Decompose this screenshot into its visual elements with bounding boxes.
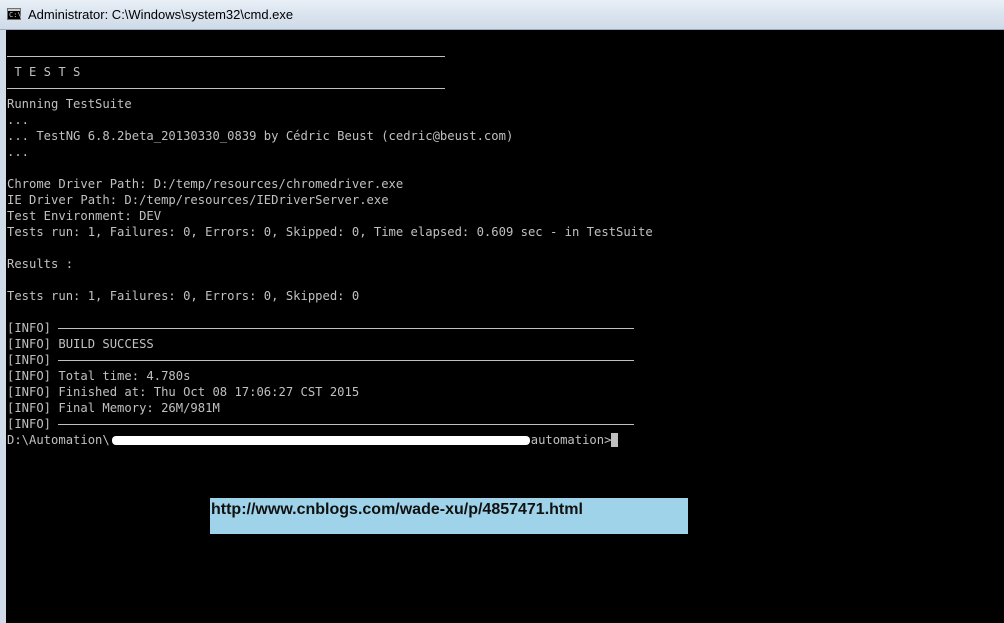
cmd-window: C:\ Administrator: C:\Windows\system32\c… — [0, 0, 1004, 623]
console-line: Test Environment: DEV — [7, 209, 162, 223]
console-line: [INFO] Finished at: Thu Oct 08 17:06:27 … — [7, 385, 360, 399]
console-line: Results : — [7, 257, 74, 271]
cmd-icon[interactable]: C:\ — [7, 8, 22, 20]
window-title: Administrator: C:\Windows\system32\cmd.e… — [28, 7, 294, 22]
info-prefix: [INFO] — [7, 321, 59, 335]
dashed-rule — [58, 360, 635, 361]
info-separator-line: [INFO] — [7, 352, 653, 368]
title-bar[interactable]: C:\ Administrator: C:\Windows\system32\c… — [0, 0, 1004, 30]
cmd-icon-glyph: C:\ — [9, 11, 22, 19]
separator-line — [7, 48, 653, 64]
watermark-url: http://www.cnblogs.com/wade-xu/p/4857471… — [210, 498, 688, 534]
console-line: [INFO] BUILD SUCCESS — [7, 337, 154, 351]
dashed-rule — [7, 88, 445, 89]
redacted-path — [111, 436, 530, 445]
prompt-path-prefix: D:\Automation\ — [7, 433, 110, 447]
console-line: IE Driver Path: D:/temp/resources/IEDriv… — [7, 193, 389, 207]
prompt-path-suffix: automation> — [530, 433, 612, 447]
console-output: T E S T S Running TestSuite... ... TestNG … — [7, 48, 653, 448]
dashed-rule — [58, 328, 635, 329]
text-cursor[interactable] — [611, 433, 619, 447]
console-line: [INFO] Total time: 4.780s — [7, 369, 191, 383]
dashed-rule — [58, 424, 635, 425]
dashed-rule — [7, 56, 445, 57]
console-line: ... — [7, 113, 30, 127]
console-line: [INFO] Final Memory: 26M/981M — [7, 401, 220, 415]
info-prefix: [INFO] — [7, 417, 59, 431]
console-line: ... — [7, 145, 30, 159]
separator-line — [7, 80, 653, 96]
console-area[interactable]: T E S T S Running TestSuite... ... TestNG … — [6, 30, 1004, 623]
console-line: ... TestNG 6.8.2beta_20130330_0839 by Cé… — [7, 129, 514, 143]
info-separator-line: [INFO] — [7, 416, 653, 432]
console-line: T E S T S — [7, 65, 81, 79]
info-separator-line: [INFO] — [7, 320, 653, 336]
command-prompt-line: D:\Automation\ automation> — [7, 432, 653, 448]
console-line: Tests run: 1, Failures: 0, Errors: 0, Sk… — [7, 225, 653, 239]
console-line: Tests run: 1, Failures: 0, Errors: 0, Sk… — [7, 289, 360, 303]
console-line: Running TestSuite — [7, 97, 132, 111]
info-prefix: [INFO] — [7, 353, 59, 367]
console-line: Chrome Driver Path: D:/temp/resources/ch… — [7, 177, 404, 191]
